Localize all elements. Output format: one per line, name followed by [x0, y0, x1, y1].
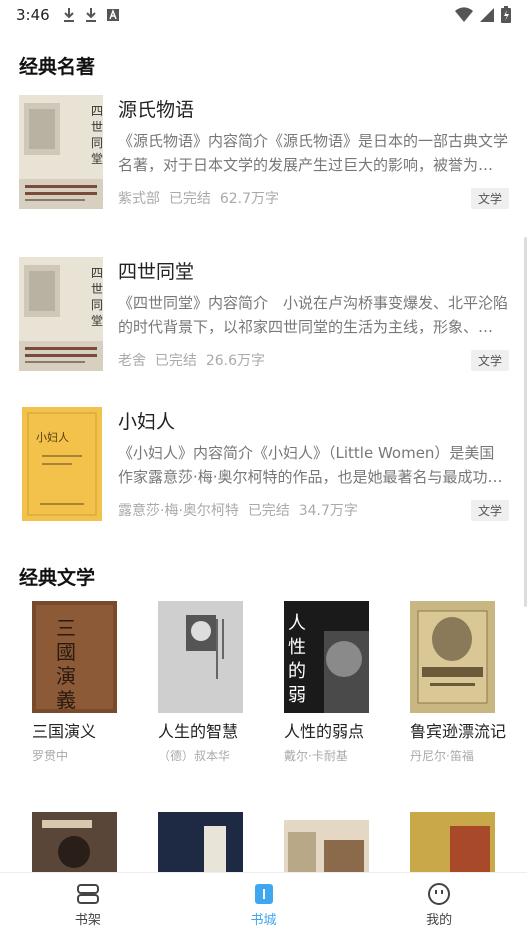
grid-book-item[interactable] [284, 820, 384, 872]
book-cover [410, 812, 495, 872]
book-cover: 小妇人 [22, 407, 102, 521]
svg-text:四: 四 [91, 266, 103, 280]
grid-book-item[interactable]: 鲁宾逊漂流记 丹尼尔·笛福 [410, 601, 510, 764]
book-item[interactable]: 小妇人 小妇人 《小妇人》内容简介《小妇人》（Little Women）是美国作… [19, 407, 509, 523]
book-cover [158, 812, 243, 872]
book-author: 罗贯中 [32, 749, 69, 763]
book-word-count: 34.7万字 [298, 503, 358, 519]
svg-text:義: 義 [56, 688, 76, 712]
book-author: 紫式部 [118, 191, 160, 207]
svg-text:四: 四 [91, 104, 103, 118]
svg-text:人: 人 [288, 613, 306, 634]
book-cover [32, 812, 117, 872]
book-title: 四世同堂 [118, 261, 195, 283]
svg-text:世: 世 [91, 282, 103, 296]
section-title-classics: 经典名著 [19, 56, 96, 78]
book-category-tag: 文学 [470, 500, 509, 521]
section-title-literature: 经典文学 [19, 567, 96, 589]
grid-book-item[interactable] [410, 812, 510, 872]
download-icon [63, 8, 74, 22]
book-status: 已完结 [154, 353, 197, 369]
book-cover [410, 601, 495, 713]
svg-text:國: 國 [56, 640, 76, 664]
book-category-tag: 文学 [470, 188, 509, 209]
book-author: 露意莎·梅·奥尔柯特 [118, 503, 239, 519]
nav-profile[interactable]: 我的 [351, 873, 527, 938]
book-cover [158, 601, 243, 713]
nav-label: 书架 [74, 913, 101, 928]
book-word-count: 26.6万字 [205, 353, 265, 369]
bookshelf-icon [76, 884, 99, 904]
svg-text:弱: 弱 [288, 685, 306, 706]
book-title: 人生的智慧 [158, 722, 239, 741]
book-cover: 人 性 的 弱 [284, 601, 369, 713]
nav-label: 我的 [426, 913, 453, 928]
book-item[interactable]: 四 世 同 堂 四世同堂 《四世同堂》内容简介 小说在卢沟桥事变爆发、北平沦陷的… [19, 257, 509, 373]
grid-book-item[interactable]: 人 性 的 弱 人性的弱点 戴尔·卡耐基 [284, 601, 384, 764]
svg-text:堂: 堂 [91, 314, 103, 328]
book-cover: 四 世 同 堂 [19, 257, 103, 371]
book-title: 鲁宾逊漂流记 [410, 722, 507, 741]
book-cover: 四 世 同 堂 [19, 95, 103, 209]
svg-text:同: 同 [91, 136, 103, 150]
book-title: 三国演义 [32, 722, 97, 741]
svg-text:小妇人: 小妇人 [36, 431, 69, 444]
app-notification-icon [106, 9, 119, 21]
grid-book-item[interactable] [158, 812, 258, 872]
book-author: 戴尔·卡耐基 [284, 749, 348, 763]
grid-book-item[interactable]: 三 國 演 義 三国演义 罗贯中 [32, 601, 132, 764]
svg-text:世: 世 [91, 120, 103, 134]
book-title: 源氏物语 [118, 99, 195, 121]
signal-icon [480, 7, 494, 22]
book-author: （德）叔本华 [158, 749, 231, 763]
svg-text:的: 的 [288, 661, 306, 682]
book-meta: 老舍 已完结 26.6万字 [118, 350, 265, 370]
svg-text:演: 演 [56, 664, 76, 688]
nav-bookstore[interactable]: 书城 [176, 873, 352, 938]
nav-label: 书城 [250, 913, 277, 928]
book-description: 《四世同堂》内容简介 小说在卢沟桥事变爆发、北平沦陷的时代背景下，以祁家四世同堂… [118, 294, 508, 336]
book-author: 丹尼尔·笛福 [410, 749, 474, 763]
bottom-navigation: 书架 书城 我的 [0, 872, 527, 938]
book-cover: 三 國 演 義 [32, 601, 117, 713]
bookstore-icon [254, 884, 273, 904]
battery-icon [501, 6, 511, 23]
book-cover [284, 820, 369, 872]
status-bar: 3:46 [0, 0, 527, 30]
nav-bookshelf[interactable]: 书架 [0, 873, 176, 938]
wifi-icon [455, 6, 473, 22]
book-description: 《源氏物语》内容简介《源氏物语》是日本的一部古典文学名著，对于日本文学的发展产生… [118, 132, 508, 174]
download-icon [85, 8, 96, 22]
grid-book-item[interactable]: 人生的智慧 （德）叔本华 [158, 601, 258, 764]
book-item[interactable]: 四 世 同 堂 源氏物语 《源氏物语》内容简介《源氏物语》是日本的一部古典文学名… [19, 95, 509, 211]
book-title: 人性的弱点 [284, 722, 365, 741]
book-status: 已完结 [247, 503, 290, 519]
book-author: 老舍 [118, 353, 146, 369]
svg-text:性: 性 [288, 637, 306, 658]
book-word-count: 62.7万字 [219, 191, 279, 207]
svg-text:同: 同 [91, 298, 103, 312]
svg-text:堂: 堂 [91, 152, 103, 166]
grid-book-item[interactable] [32, 812, 132, 872]
profile-icon [428, 883, 451, 905]
book-meta: 紫式部 已完结 62.7万字 [118, 188, 279, 208]
status-time: 3:46 [16, 6, 50, 24]
book-description: 《小妇人》内容简介《小妇人》（Little Women）是美国作家露意莎·梅·奥… [118, 444, 503, 486]
book-title: 小妇人 [118, 411, 176, 433]
book-meta: 露意莎·梅·奥尔柯特 已完结 34.7万字 [118, 500, 358, 520]
svg-text:三: 三 [56, 616, 76, 640]
book-status: 已完结 [168, 191, 211, 207]
book-category-tag: 文学 [470, 350, 509, 371]
